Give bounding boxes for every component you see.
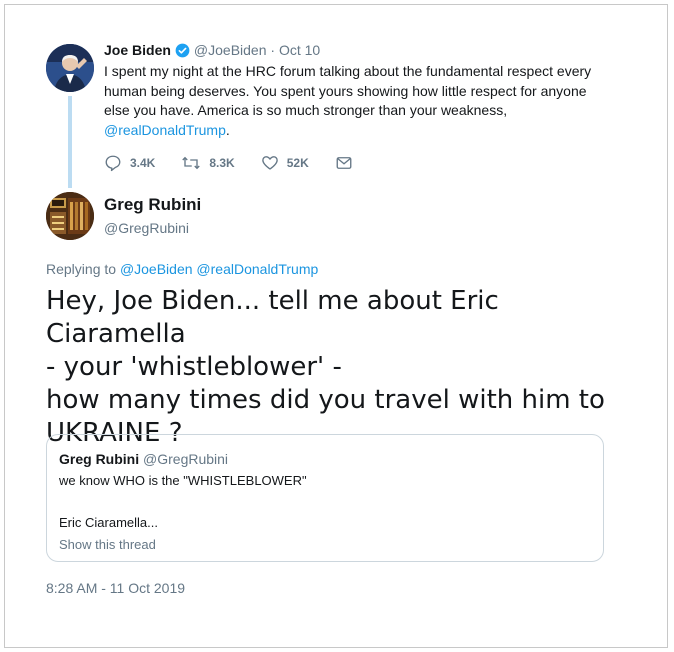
reply-count: 3.4K: [130, 156, 156, 170]
tweet-text-line: Hey, Joe Biden... tell me about Eric Cia…: [46, 286, 499, 349]
retweet-button[interactable]: 8.3K: [181, 154, 235, 172]
tweet-text-line: I spent my night at the HRC forum talkin…: [104, 63, 592, 79]
mention-link[interactable]: @realDonaldTrump: [196, 261, 318, 277]
reply-button[interactable]: 3.4K: [104, 154, 155, 172]
tweet-timestamp[interactable]: 8:28 AM - 11 Oct 2019: [46, 580, 185, 596]
author-name[interactable]: Joe Biden: [104, 42, 171, 58]
quoted-tweet-card[interactable]: Greg Rubini @GregRubini we know WHO is t…: [46, 434, 604, 562]
tweet-date[interactable]: Oct 10: [279, 42, 320, 58]
tweet-text-line: human being deserves. You spent yours sh…: [104, 82, 587, 99]
mention-suffix: .: [225, 121, 230, 138]
retweet-icon: [182, 156, 201, 170]
thread-connector: [68, 96, 72, 188]
main-tweet-text: Hey, Joe Biden... tell me about Eric Cia…: [46, 285, 626, 450]
author-name[interactable]: Greg Rubini: [104, 195, 201, 215]
message-icon: [336, 157, 352, 169]
reply-icon: [105, 155, 121, 172]
avatar-image-icon: [46, 192, 94, 240]
tweet-text-line: else you have. America is so much strong…: [104, 102, 508, 118]
mention-link[interactable]: @realDonaldTrump: [104, 122, 226, 138]
avatar-image-icon: [46, 44, 94, 92]
author-handle[interactable]: @GregRubini: [104, 220, 189, 236]
mention-link[interactable]: @JoeBiden: [120, 261, 193, 277]
show-thread-link[interactable]: Show this thread: [59, 537, 156, 552]
parent-tweet-text: I spent my night at the HRC forum talkin…: [104, 62, 604, 140]
replying-prefix: Replying to: [46, 261, 117, 277]
quoted-tweet-header: Greg Rubini @GregRubini: [59, 451, 228, 467]
tweet-actions: 3.4K 8.3K 52K: [104, 154, 387, 172]
like-button[interactable]: 52K: [261, 154, 309, 172]
author-handle[interactable]: @JoeBiden: [194, 42, 267, 58]
avatar[interactable]: [46, 192, 94, 240]
replying-to: Replying to @JoeBiden @realDonaldTrump: [46, 261, 318, 277]
like-icon: [261, 156, 278, 170]
retweet-count: 8.3K: [209, 156, 235, 170]
parent-tweet-header: Joe Biden @JoeBiden · Oct 10: [104, 42, 320, 58]
avatar[interactable]: [46, 44, 94, 92]
tweet-text-line: how many times did you travel with him t…: [46, 385, 605, 415]
quoted-author-handle: @GregRubini: [143, 451, 229, 467]
tweet-text-line: - your 'whistleblower' -: [46, 352, 342, 382]
message-button[interactable]: [335, 154, 361, 172]
like-count: 52K: [286, 156, 309, 170]
quoted-tweet-text: Eric Ciaramella...: [59, 515, 158, 530]
verified-badge-icon: [175, 43, 190, 58]
quoted-author-name: Greg Rubini: [59, 451, 140, 467]
quoted-tweet-text: we know WHO is the "WHISTLEBLOWER": [59, 473, 307, 488]
